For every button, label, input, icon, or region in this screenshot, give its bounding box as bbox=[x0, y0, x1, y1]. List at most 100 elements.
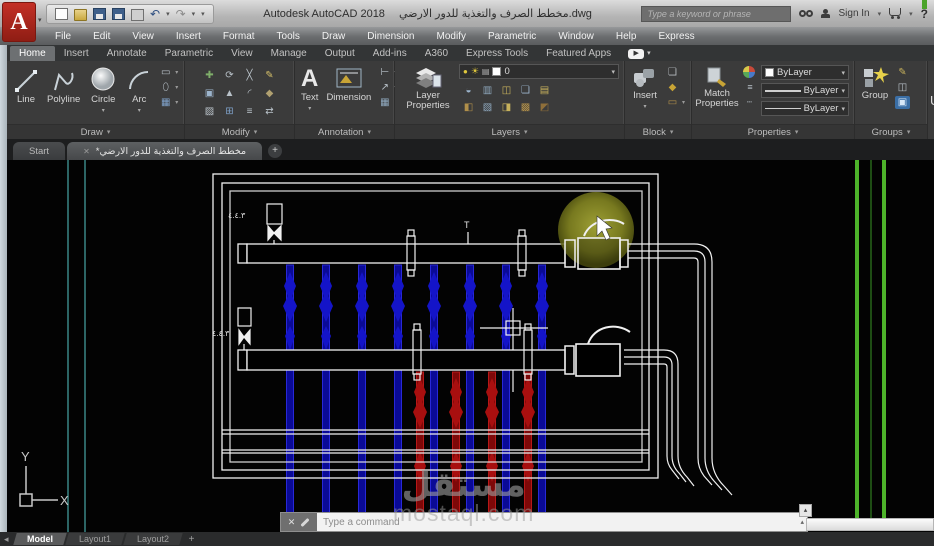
menu-edit[interactable]: Edit bbox=[82, 31, 121, 42]
ellipse-caret-icon[interactable]: ▾ bbox=[175, 84, 178, 91]
panel-label-groups[interactable]: Groups ▾ bbox=[855, 124, 927, 139]
panel-label-properties[interactable]: Properties ▾ bbox=[692, 124, 854, 139]
tab-home[interactable]: Home bbox=[10, 46, 55, 61]
layer-lock-icon[interactable]: ❏ bbox=[518, 84, 533, 97]
app-store-cart-icon[interactable] bbox=[889, 8, 902, 19]
sign-in-person-icon[interactable] bbox=[821, 9, 831, 18]
explode-icon[interactable]: ◆ bbox=[261, 87, 279, 100]
circle-split-caret-icon[interactable]: ▾ bbox=[102, 106, 105, 116]
table-icon[interactable]: ▦ bbox=[377, 96, 392, 109]
layer-isolate-icon[interactable]: ▥ bbox=[480, 84, 495, 97]
horizontal-scrollbar[interactable] bbox=[806, 518, 934, 531]
tab-insert[interactable]: Insert bbox=[55, 46, 98, 61]
layer-walk-icon[interactable]: ◨ bbox=[499, 101, 514, 114]
scroll-up-button[interactable]: ▴ bbox=[799, 504, 812, 517]
insert-button[interactable]: Insert ▾ bbox=[627, 64, 663, 113]
save-icon[interactable] bbox=[93, 7, 106, 20]
line-button[interactable]: Line bbox=[9, 64, 43, 106]
lineweight-dropdown[interactable]: ByLayer ▾ bbox=[761, 83, 849, 98]
save-as-icon[interactable] bbox=[112, 7, 125, 20]
arc-button[interactable]: Arc ▾ bbox=[122, 64, 156, 117]
redo-icon[interactable]: ↷ bbox=[176, 8, 186, 20]
menu-tools[interactable]: Tools bbox=[266, 31, 311, 42]
tab-model[interactable]: Model bbox=[12, 533, 67, 545]
panel-label-modify[interactable]: Modify ▾ bbox=[185, 124, 294, 139]
sign-in-label[interactable]: Sign In bbox=[838, 8, 869, 19]
undo-caret-icon[interactable]: ▾ bbox=[166, 10, 170, 18]
tab-featured-apps[interactable]: Featured Apps bbox=[537, 46, 620, 61]
layer-properties-button[interactable]: Layer Properties bbox=[397, 64, 459, 112]
menu-parametric[interactable]: Parametric bbox=[477, 31, 547, 42]
new-file-icon[interactable] bbox=[55, 7, 68, 20]
create-block-icon[interactable]: ❏ bbox=[665, 66, 680, 79]
edit-block-icon[interactable]: ◆ bbox=[665, 81, 680, 94]
tab-parametric[interactable]: Parametric bbox=[156, 46, 222, 61]
open-file-icon[interactable] bbox=[74, 9, 87, 21]
mirror-icon[interactable]: ▲ bbox=[221, 87, 239, 100]
group-selection-toggle-icon[interactable]: ▣ bbox=[895, 96, 910, 109]
undo-icon[interactable]: ↶ bbox=[150, 8, 160, 20]
insert-split-caret-icon[interactable]: ▾ bbox=[643, 102, 646, 112]
tab-view[interactable]: View bbox=[222, 46, 262, 61]
layer-match-icon[interactable]: ◧ bbox=[461, 101, 476, 114]
rectangle-caret-icon[interactable]: ▾ bbox=[175, 69, 178, 76]
color-wheel-icon[interactable] bbox=[742, 65, 756, 79]
file-tab-close-icon[interactable]: ✕ bbox=[83, 147, 90, 156]
dimension-button[interactable]: Dimension bbox=[322, 64, 375, 104]
command-close-icon[interactable]: ✕ bbox=[288, 517, 296, 528]
command-input[interactable] bbox=[317, 513, 801, 531]
layer-prev-icon[interactable]: ▧ bbox=[480, 101, 495, 114]
media-player-icon[interactable]: ▶ bbox=[628, 49, 645, 59]
menu-window[interactable]: Window bbox=[547, 31, 605, 42]
object-color-dropdown[interactable]: ByLayer ▾ bbox=[761, 65, 849, 80]
plot-icon[interactable] bbox=[131, 9, 144, 21]
arc-split-caret-icon[interactable]: ▾ bbox=[138, 106, 141, 116]
layer-dropdown[interactable]: ● ☀ ▤ 0 ▾ bbox=[459, 64, 619, 79]
hatch-caret-icon[interactable]: ▾ bbox=[175, 99, 178, 106]
text-button[interactable]: A Text ▾ bbox=[297, 64, 322, 115]
trim-icon[interactable]: ╳ bbox=[241, 69, 259, 82]
lineweight-icon[interactable]: ≡ bbox=[742, 81, 757, 94]
pencil-edit-icon[interactable]: ✎ bbox=[261, 69, 279, 82]
menu-dimension[interactable]: Dimension bbox=[356, 31, 425, 42]
fillet-icon[interactable]: ◜ bbox=[241, 87, 259, 100]
panel-label-annotation[interactable]: Annotation ▾ bbox=[295, 124, 394, 139]
layout-scroll-left-icon[interactable]: ◂ bbox=[4, 534, 9, 545]
qat-customize-caret-icon[interactable]: ▾ bbox=[201, 10, 205, 18]
linetype-dropdown[interactable]: ByLayer ▾ bbox=[761, 101, 849, 116]
menu-draw[interactable]: Draw bbox=[311, 31, 356, 42]
erase-icon[interactable]: ▨ bbox=[201, 105, 219, 118]
text-split-caret-icon[interactable]: ▾ bbox=[308, 104, 311, 114]
tab-layout2[interactable]: Layout2 bbox=[122, 533, 183, 545]
layer-merge-icon[interactable]: ◩ bbox=[537, 101, 552, 114]
circle-button[interactable]: Circle ▾ bbox=[84, 64, 122, 117]
rectangle-icon[interactable]: ▭ bbox=[158, 66, 173, 79]
file-tab-document[interactable]: ✕ *مخطط الصرف والتغذية للدور الارضي bbox=[67, 142, 263, 160]
layer-vpfreeze-icon[interactable]: ▩ bbox=[518, 101, 533, 114]
block-attr-icon[interactable]: ▭ bbox=[665, 96, 680, 109]
menu-view[interactable]: View bbox=[121, 31, 165, 42]
tab-annotate[interactable]: Annotate bbox=[98, 46, 156, 61]
linear-dim-icon[interactable]: ⊢ bbox=[377, 66, 392, 79]
group-edit-icon[interactable]: ◫ bbox=[895, 81, 910, 94]
layer-dropdown-caret-icon[interactable]: ▾ bbox=[611, 68, 615, 76]
polyline-button[interactable]: Polyline bbox=[43, 64, 84, 106]
autocad-logo-icon[interactable]: A bbox=[2, 2, 36, 42]
menu-file[interactable]: File bbox=[44, 31, 82, 42]
menu-format[interactable]: Format bbox=[212, 31, 266, 42]
panel-label-block[interactable]: Block ▾ bbox=[625, 124, 691, 139]
rotate-icon[interactable]: ⟳ bbox=[221, 69, 239, 82]
make-current-icon[interactable]: ▤ bbox=[537, 84, 552, 97]
menu-modify[interactable]: Modify bbox=[426, 31, 477, 42]
ungroup-icon[interactable]: ✎ bbox=[895, 66, 910, 79]
array-icon[interactable]: ⊞ bbox=[221, 105, 239, 118]
menu-help[interactable]: Help bbox=[605, 31, 648, 42]
tab-manage[interactable]: Manage bbox=[262, 46, 316, 61]
redo-caret-icon[interactable]: ▾ bbox=[192, 10, 196, 18]
layer-off-icon[interactable]: ◒ bbox=[461, 84, 476, 97]
tab-layout1[interactable]: Layout1 bbox=[64, 533, 125, 545]
copy-icon[interactable]: ▣ bbox=[201, 87, 219, 100]
new-layout-button[interactable]: + bbox=[189, 534, 195, 545]
stretch-icon[interactable]: ⇄ bbox=[261, 105, 279, 118]
tab-output[interactable]: Output bbox=[316, 46, 364, 61]
